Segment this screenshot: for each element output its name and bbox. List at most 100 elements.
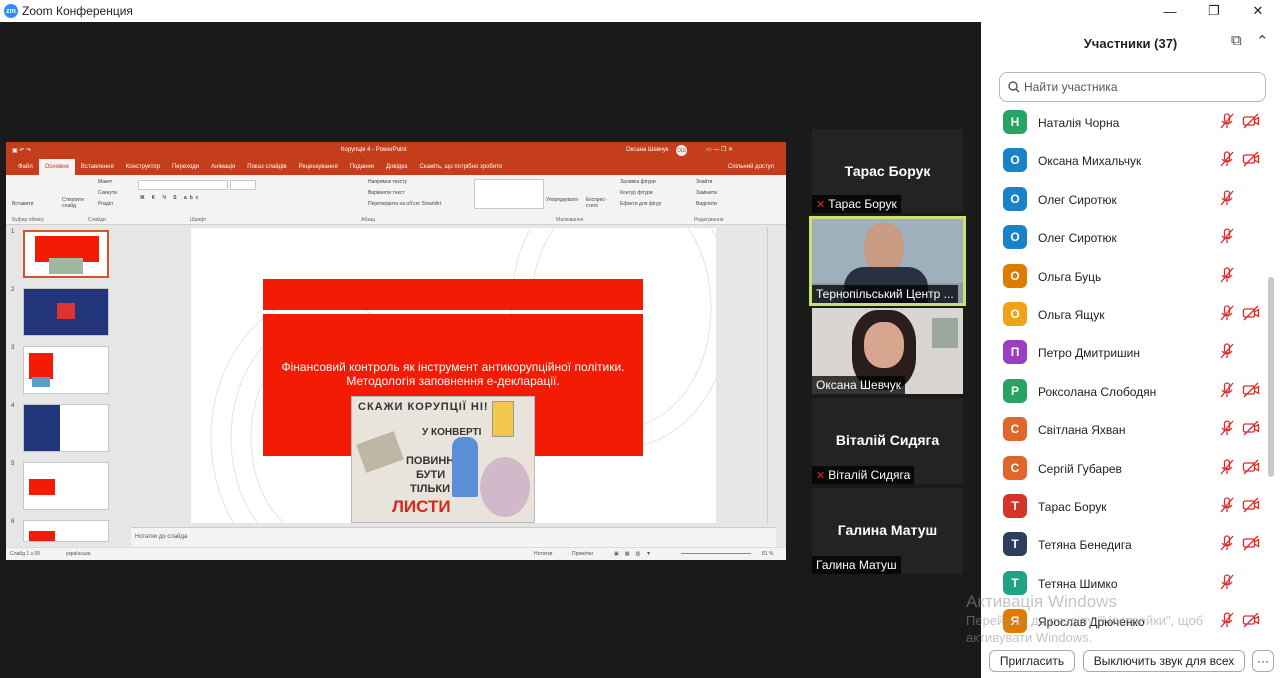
participant-row[interactable]: Т Тетяна Бенедига xyxy=(1003,530,1263,568)
slide-thumbnail-3[interactable] xyxy=(23,346,109,394)
ppt-tab-insert[interactable]: Вставлення xyxy=(75,164,120,170)
ppt-tab-home[interactable]: Основне xyxy=(38,159,75,175)
mic-muted-icon[interactable] xyxy=(1218,381,1236,404)
ppt-view-icons[interactable]: ▣▦▥▼ xyxy=(614,551,657,557)
ppt-select-button[interactable]: Виділити xyxy=(696,201,717,207)
mic-muted-icon[interactable] xyxy=(1218,419,1236,442)
participant-row[interactable]: Т Тетяна Шимко xyxy=(1003,569,1263,607)
participant-row[interactable]: Я Ярослав Дрюченко xyxy=(1003,607,1263,645)
participant-row[interactable]: С Сергій Губарев xyxy=(1003,454,1263,492)
mic-muted-icon[interactable] xyxy=(1218,458,1236,481)
mic-muted-icon[interactable] xyxy=(1218,150,1236,173)
video-off-icon[interactable] xyxy=(1242,534,1260,557)
ppt-shape-fill-button[interactable]: Заливка фігури xyxy=(620,179,656,185)
video-tile-vitaliy[interactable]: Віталій Сидяга ✕ Віталій Сидяга xyxy=(812,398,963,484)
current-slide[interactable]: Фінансовий контроль як інструмент антико… xyxy=(191,228,716,523)
ppt-find-button[interactable]: Знайти xyxy=(696,179,712,185)
ppt-notes-area[interactable]: Нотатки до слайда xyxy=(131,527,776,547)
minimize-button[interactable]: — xyxy=(1148,0,1192,22)
video-off-icon[interactable] xyxy=(1242,419,1260,442)
ppt-tab-view[interactable]: Подання xyxy=(344,164,380,170)
mic-muted-icon[interactable] xyxy=(1218,304,1236,327)
ppt-comments-toggle[interactable]: Примітки xyxy=(572,551,593,557)
participant-row[interactable]: О Ольга Буць xyxy=(1003,262,1263,300)
ppt-tab-transitions[interactable]: Переходи xyxy=(166,164,205,170)
ppt-new-slide-button[interactable]: Створити слайд xyxy=(62,197,88,209)
video-tile-halyna[interactable]: Галина Матуш Галина Матуш xyxy=(812,488,963,574)
mic-muted-icon[interactable] xyxy=(1218,573,1236,596)
ppt-tell-me[interactable]: Скажіть, що потрібно зробити xyxy=(414,164,509,170)
slide-thumbnail-5[interactable] xyxy=(23,462,109,510)
mic-muted-icon[interactable] xyxy=(1218,496,1236,519)
ppt-layout-button[interactable]: Макет xyxy=(98,179,112,185)
ppt-text-direction-button[interactable]: Напрямок тексту xyxy=(368,179,407,185)
participant-row[interactable]: П Петро Дмитришин xyxy=(1003,338,1263,376)
video-off-icon[interactable] xyxy=(1242,381,1260,404)
ppt-align-text-button[interactable]: Вирівняти текст xyxy=(368,190,405,196)
participant-row[interactable]: Н Наталія Чорна xyxy=(1003,108,1263,146)
ppt-tab-slideshow[interactable]: Показ слайдів xyxy=(241,164,292,170)
participant-row[interactable]: О Олег Сиротюк xyxy=(1003,185,1263,223)
ppt-section-button[interactable]: Розділ xyxy=(98,201,113,207)
ppt-share-button[interactable]: Спільний доступ xyxy=(722,164,780,170)
ppt-font-size-box[interactable] xyxy=(230,180,256,190)
mic-muted-icon[interactable] xyxy=(1218,342,1236,365)
participant-avatar: О xyxy=(1003,263,1027,288)
ppt-tab-animations[interactable]: Анімація xyxy=(205,164,241,170)
ppt-reset-button[interactable]: Скинути xyxy=(98,190,117,196)
search-input[interactable] xyxy=(1024,80,1244,94)
video-tile-ternopil[interactable]: Тернопільський Центр ... xyxy=(809,216,966,306)
participant-row[interactable]: О Ольга Ящук xyxy=(1003,300,1263,338)
mute-all-button[interactable]: Выключить звук для всех xyxy=(1083,650,1245,672)
mic-muted-icon[interactable] xyxy=(1218,611,1236,634)
participant-row[interactable]: О Оксана Михальчук xyxy=(1003,146,1263,184)
ppt-arrange-button[interactable]: Упорядкувати xyxy=(546,197,578,203)
video-off-icon[interactable] xyxy=(1242,150,1260,173)
video-off-icon[interactable] xyxy=(1242,458,1260,481)
more-options-button[interactable]: ··· xyxy=(1252,650,1274,672)
ppt-zoom-slider[interactable] xyxy=(681,553,751,554)
ppt-quick-styles-button[interactable]: Експрес-стилі xyxy=(586,197,610,209)
ppt-paste-button[interactable]: Вставити xyxy=(12,201,33,207)
ppt-notes-toggle[interactable]: Нотатки xyxy=(534,551,552,557)
search-box[interactable] xyxy=(999,72,1266,102)
ppt-smartart-button[interactable]: Перетворити на об'єкт SmartArt xyxy=(368,201,441,207)
slide-thumbnail-6[interactable] xyxy=(23,520,109,542)
slide-thumbnail-1[interactable] xyxy=(23,230,109,278)
mic-muted-icon[interactable] xyxy=(1218,189,1236,212)
participant-row[interactable]: О Олег Сиротюк xyxy=(1003,223,1263,261)
slide-thumbnail-4[interactable] xyxy=(23,404,109,452)
popout-icon[interactable]: ⧉ xyxy=(1231,32,1242,49)
ppt-shape-outline-button[interactable]: Контур фігури xyxy=(620,190,652,196)
ppt-tab-design[interactable]: Конструктор xyxy=(120,164,166,170)
close-button[interactable]: ✕ xyxy=(1236,0,1280,22)
ppt-replace-button[interactable]: Замінити xyxy=(696,190,717,196)
video-off-icon[interactable] xyxy=(1242,496,1260,519)
participant-row[interactable]: С Світлана Яхван xyxy=(1003,415,1263,453)
ppt-tab-review[interactable]: Рецензування xyxy=(293,164,344,170)
mic-muted-icon[interactable] xyxy=(1218,112,1236,135)
video-off-icon[interactable] xyxy=(1242,611,1260,634)
mic-muted-icon[interactable] xyxy=(1218,534,1236,557)
mic-muted-icon[interactable] xyxy=(1218,227,1236,250)
ppt-shape-effects-button[interactable]: Ефекти для фігур xyxy=(620,201,661,207)
ppt-vertical-scrollbar[interactable] xyxy=(767,227,774,523)
slide-thumbnail-2[interactable] xyxy=(23,288,109,336)
video-tile-taras[interactable]: Тарас Борук ✕ Тарас Борук xyxy=(812,129,963,213)
video-off-icon[interactable] xyxy=(1242,112,1260,135)
ppt-font-format-icons[interactable]: Ж К Ч S abc xyxy=(140,195,202,201)
panel-scrollbar[interactable] xyxy=(1268,277,1274,477)
shared-screen[interactable]: ▣ ↶ ↷ Корупція 4 - PowerPoint Оксана Шев… xyxy=(6,142,786,560)
ppt-shapes-gallery[interactable] xyxy=(474,179,544,209)
video-off-icon[interactable] xyxy=(1242,304,1260,327)
chevron-up-icon[interactable]: ⌃ xyxy=(1256,32,1269,50)
participant-row[interactable]: Р Роксолана Слободян xyxy=(1003,377,1263,415)
maximize-button[interactable]: ❐ xyxy=(1192,0,1236,22)
ppt-font-family-box[interactable] xyxy=(138,180,228,190)
ppt-tab-file[interactable]: Файл xyxy=(12,164,39,170)
participant-row[interactable]: Т Тарас Борук xyxy=(1003,492,1263,530)
ppt-tab-help[interactable]: Довідка xyxy=(380,164,414,170)
mic-muted-icon[interactable] xyxy=(1218,266,1236,289)
invite-button[interactable]: Пригласить xyxy=(989,650,1075,672)
video-tile-oksana[interactable]: Оксана Шевчук xyxy=(812,308,963,394)
